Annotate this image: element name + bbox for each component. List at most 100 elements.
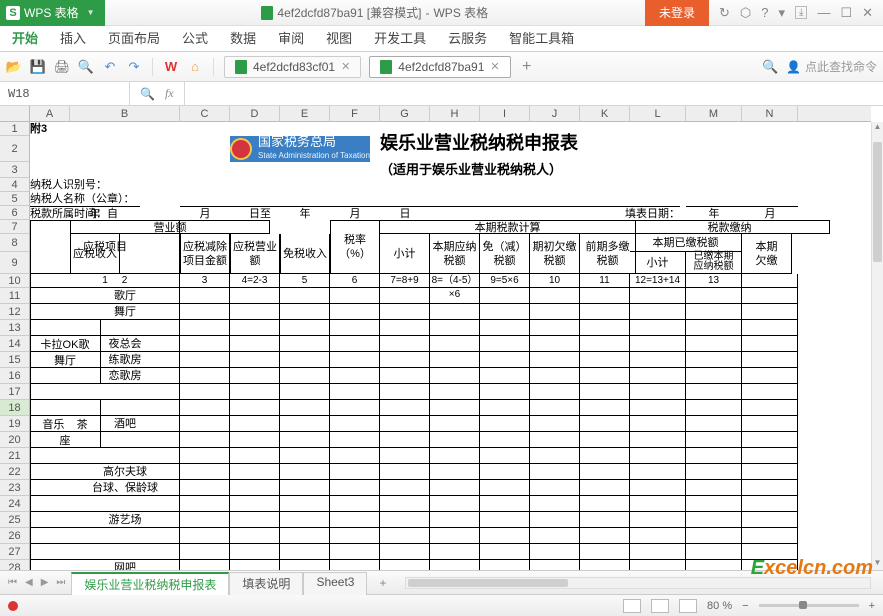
cell[interactable]: 纳税人名称（公章）： [30,192,230,206]
cell[interactable] [580,480,630,496]
cell[interactable] [430,384,480,400]
cell[interactable] [180,304,230,320]
cell[interactable] [380,496,430,512]
cell[interactable] [686,560,742,570]
cell[interactable] [330,416,380,432]
cell[interactable] [430,206,480,220]
ribbon-tab-0[interactable]: 开始 [12,28,38,51]
cell[interactable]: （适用于娱乐业营业税纳税人） [380,162,730,178]
cell[interactable] [70,544,180,560]
cell[interactable] [580,400,630,416]
cell[interactable] [230,336,280,352]
cell[interactable] [630,480,686,496]
sync-icon[interactable]: ↻ [719,5,730,21]
cell[interactable]: 11 [580,274,630,288]
cell[interactable] [580,336,630,352]
cell[interactable] [530,432,580,448]
cell[interactable] [180,416,230,432]
cell[interactable]: 税率（%） [330,220,380,274]
cell[interactable] [580,512,630,528]
cell[interactable] [430,496,480,512]
cell[interactable]: 月 [330,206,380,220]
cell[interactable] [742,496,798,512]
login-button[interactable]: 未登录 [645,0,709,26]
cell[interactable] [380,304,430,320]
cell[interactable] [630,560,686,570]
wps-w-icon[interactable]: W [163,59,179,75]
cell[interactable] [280,416,330,432]
row-header[interactable]: 2 [0,136,29,162]
ribbon-tab-3[interactable]: 公式 [182,28,208,51]
row-header[interactable]: 17 [0,384,29,400]
cell[interactable] [180,384,230,400]
cell[interactable] [430,544,480,560]
cell[interactable]: 本期应纳 税额 [430,234,480,274]
cell[interactable] [630,288,686,304]
zoom-slider[interactable] [759,604,859,607]
app-badge[interactable]: S WPS 表格 ▼ [0,0,105,26]
cell[interactable] [280,304,330,320]
cell[interactable] [430,304,480,320]
cell[interactable] [430,416,480,432]
name-box[interactable]: W18 [0,82,130,105]
row-header[interactable]: 16 [0,368,29,384]
cell[interactable] [630,400,686,416]
cell[interactable] [686,400,742,416]
cell[interactable] [180,336,230,352]
row-header[interactable]: 22 [0,464,29,480]
cell[interactable] [530,304,580,320]
cell[interactable] [430,288,480,304]
cell[interactable] [480,528,530,544]
sheet-tab[interactable]: 娱乐业营业税纳税申报表 [71,572,229,595]
cell[interactable] [70,480,180,496]
cell[interactable]: 税款缴纳 [630,220,830,234]
cell[interactable] [530,288,580,304]
view-layout-icon[interactable] [651,599,669,613]
row-header[interactable]: 11 [0,288,29,304]
row-header[interactable]: 19 [0,416,29,432]
cell[interactable] [380,368,430,384]
home-icon[interactable]: ⌂ [187,59,203,75]
cell[interactable] [380,416,430,432]
cell[interactable] [630,512,686,528]
cell[interactable] [230,432,280,448]
row-header[interactable]: 9 [0,252,29,274]
cell[interactable] [180,288,230,304]
cell[interactable]: 纳税人识别号： [30,178,230,192]
column-headers[interactable]: ABCDEFGHIJKLMN [30,106,871,122]
cell[interactable] [580,432,630,448]
cell[interactable] [380,320,430,336]
cell[interactable] [230,320,280,336]
cell[interactable] [742,336,798,352]
cell[interactable] [742,352,798,368]
col-header[interactable]: L [630,106,686,121]
fx-search-icon[interactable]: 🔍 [140,87,155,101]
col-header[interactable]: F [330,106,380,121]
cell[interactable] [742,512,798,528]
cell[interactable] [180,432,230,448]
cell[interactable] [230,384,280,400]
cell[interactable] [480,352,530,368]
cell[interactable] [480,304,530,320]
cell[interactable] [330,480,380,496]
cell[interactable] [742,464,798,480]
col-header[interactable]: A [30,106,70,121]
open-icon[interactable]: 📂 [6,59,22,75]
cell[interactable]: 小计 [380,234,430,274]
cell[interactable] [330,352,380,368]
cell[interactable] [180,368,230,384]
cell[interactable] [480,544,530,560]
cell[interactable] [280,336,330,352]
hscroll-thumb[interactable] [408,579,568,587]
ribbon-tab-9[interactable]: 智能工具箱 [509,28,574,51]
cell[interactable] [330,528,380,544]
spreadsheet-grid[interactable]: ABCDEFGHIJKLMN 1234567891011121314151617… [0,106,883,570]
cell[interactable] [380,560,430,570]
ribbon-tab-4[interactable]: 数据 [230,28,256,51]
cell[interactable] [280,448,330,464]
cell[interactable] [686,464,742,480]
cell[interactable] [480,432,530,448]
cell[interactable] [580,528,630,544]
sheet-tab[interactable]: Sheet3 [303,572,367,595]
cell[interactable] [530,560,580,570]
